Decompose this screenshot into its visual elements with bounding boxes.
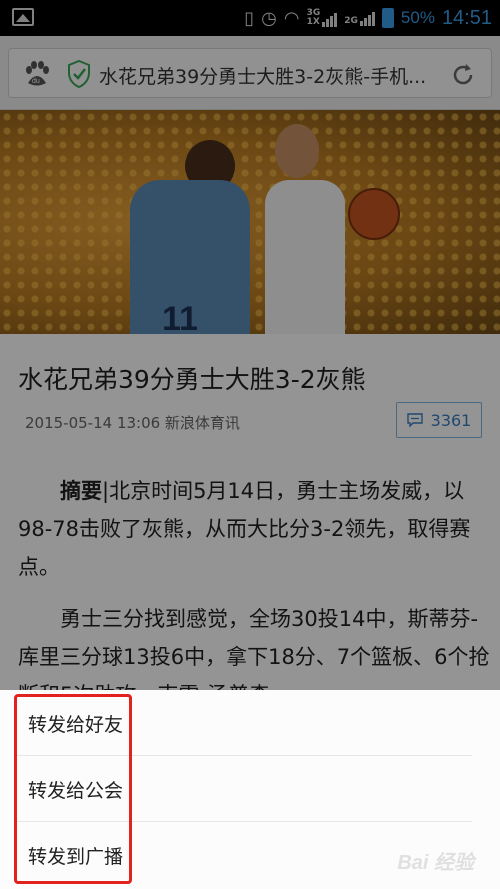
share-to-guild-item[interactable]: 转发给公会: [0, 756, 500, 822]
menu-item-label: 转发给公会: [28, 780, 124, 802]
menu-item-label: 转发到广播: [28, 846, 124, 868]
share-to-friend-item[interactable]: 转发给好友: [0, 690, 500, 756]
menu-item-label: 转发给好友: [28, 714, 124, 736]
watermark: Bai 经验: [397, 852, 474, 874]
